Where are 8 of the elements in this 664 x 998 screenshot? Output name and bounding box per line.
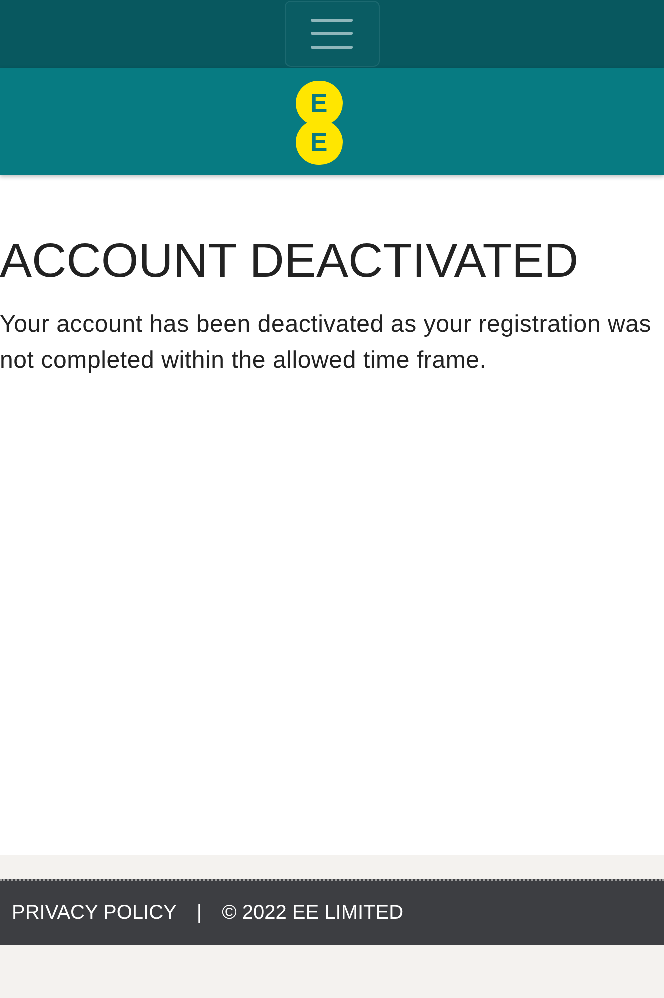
footer-separator: | xyxy=(196,901,202,926)
copyright-text: © 2022 EE LIMITED xyxy=(222,901,404,926)
menu-icon xyxy=(311,19,353,49)
page-title: ACCOUNT DEACTIVATED xyxy=(0,234,580,290)
logo-letter: E xyxy=(296,80,342,126)
message-text: Your account has been deactivated as your registration was not completed within the allowed time frame. xyxy=(0,310,653,376)
privacy-policy-link[interactable]: PRIVACY POLICY xyxy=(12,898,177,928)
menu-button[interactable] xyxy=(284,1,380,67)
